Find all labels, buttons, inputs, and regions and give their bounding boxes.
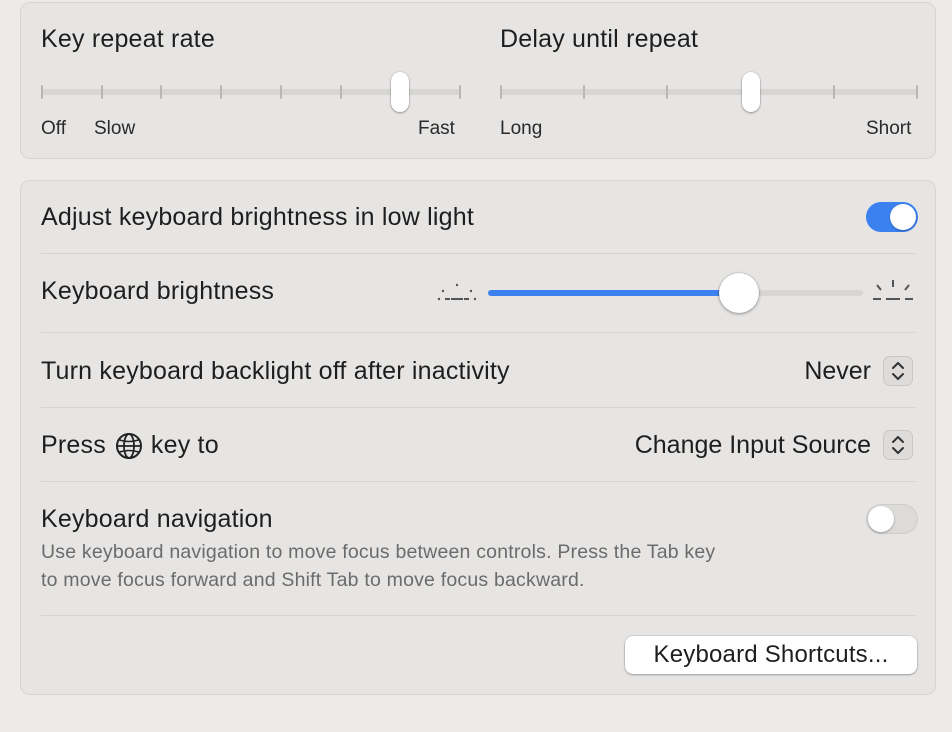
key-repeat-rate-tick	[459, 85, 461, 99]
adjust-brightness-toggle[interactable]	[866, 202, 918, 232]
divider	[41, 615, 915, 616]
key-repeat-off-label: Off	[41, 118, 66, 139]
key-repeat-rate-tick	[101, 85, 103, 99]
keyboard-navigation-description-line1: Use keyboard navigation to move focus be…	[41, 541, 716, 563]
up-down-chevron-icon	[883, 356, 913, 386]
delay-until-repeat-knob[interactable]	[742, 72, 760, 112]
press-label-after: key to	[150, 431, 219, 459]
keyboard-navigation-label: Keyboard navigation	[41, 505, 273, 533]
backlight-off-label: Turn keyboard backlight off after inacti…	[41, 357, 510, 385]
key-repeat-rate-tick	[280, 85, 282, 99]
key-repeat-rate-slider[interactable]	[41, 71, 461, 115]
bright-sun-icon	[871, 277, 915, 310]
brightness-fill	[488, 290, 739, 296]
key-repeat-rate-tick	[160, 85, 162, 99]
key-repeat-rate-tick	[41, 85, 43, 99]
keyboard-brightness-label: Keyboard brightness	[41, 277, 275, 305]
delay-short-label: Short	[866, 118, 912, 139]
delay-until-repeat-tick	[833, 85, 835, 99]
dim-sun-icon	[436, 279, 478, 310]
up-down-chevron-icon	[883, 430, 913, 460]
delay-long-label: Long	[500, 118, 543, 139]
delay-until-repeat-slider[interactable]	[500, 71, 918, 115]
key-repeat-fast-label: Fast	[418, 118, 455, 139]
delay-until-repeat-tick	[666, 85, 668, 99]
keyboard-settings-panel: Adjust keyboard brightness in low light …	[20, 180, 936, 695]
toggle-thumb	[890, 204, 916, 230]
delay-until-repeat-track	[500, 89, 918, 95]
press-key-value: Change Input Source	[634, 431, 871, 459]
divider	[41, 481, 915, 482]
divider	[41, 407, 915, 408]
keyboard-brightness-slider[interactable]	[488, 273, 863, 313]
backlight-off-value: Never	[804, 357, 871, 385]
key-repeat-rate-title: Key repeat rate	[41, 25, 215, 53]
keyboard-shortcuts-button[interactable]: Keyboard Shortcuts...	[625, 636, 917, 674]
delay-until-repeat-tick	[916, 85, 918, 99]
press-key-label: Press key to	[41, 431, 219, 460]
delay-until-repeat-title: Delay until repeat	[500, 25, 699, 53]
backlight-off-select[interactable]: Never	[773, 355, 913, 389]
brightness-knob[interactable]	[719, 273, 759, 313]
press-key-select[interactable]: Change Input Source	[593, 429, 913, 463]
key-repeat-panel: Key repeat rate Off Slow Fast Delay unti…	[20, 2, 936, 159]
delay-until-repeat-tick	[500, 85, 502, 99]
toggle-thumb	[868, 506, 894, 532]
key-repeat-rate-tick	[340, 85, 342, 99]
divider	[41, 332, 915, 333]
press-label-before: Press	[41, 431, 106, 459]
adjust-brightness-label: Adjust keyboard brightness in low light	[41, 203, 475, 231]
divider	[41, 253, 915, 254]
key-repeat-rate-knob[interactable]	[391, 72, 409, 112]
keyboard-navigation-toggle[interactable]	[866, 504, 918, 534]
delay-until-repeat-tick	[583, 85, 585, 99]
keyboard-navigation-description-line2: to move focus forward and Shift Tab to m…	[41, 569, 585, 591]
key-repeat-rate-tick	[220, 85, 222, 99]
key-repeat-slow-label: Slow	[94, 118, 136, 139]
globe-icon	[115, 432, 143, 460]
